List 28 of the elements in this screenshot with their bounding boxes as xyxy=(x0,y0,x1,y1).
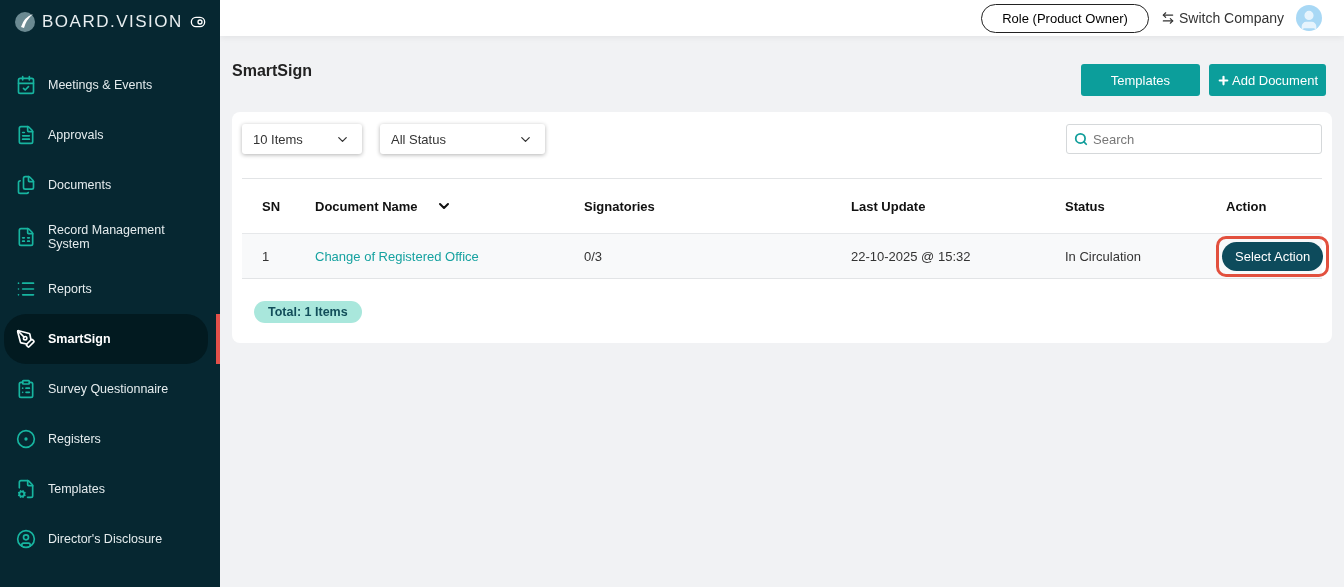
table-cell-text: In Circulation xyxy=(1065,248,1142,264)
filter-dropdown[interactable]: All Status xyxy=(380,124,545,154)
column-header: Signatories xyxy=(584,198,656,214)
filter-dropdown[interactable]: 10 Items xyxy=(242,124,362,154)
sidebar-item[interactable]: Approvals xyxy=(0,110,220,160)
sidebar-item[interactable]: Survey Questionnaire xyxy=(0,364,220,414)
total-badge: Total: 1 Items xyxy=(254,301,362,323)
column-header: SN xyxy=(262,198,282,214)
table-cell-text: 0/3 xyxy=(584,248,604,264)
column-header: Status xyxy=(1065,198,1106,214)
brand-name: BOARD.VISION xyxy=(42,12,184,32)
sidebar-item[interactable]: Reports xyxy=(0,264,220,314)
column-header: Last Update xyxy=(851,198,927,214)
column-header: Action xyxy=(1226,198,1268,214)
table-cell-text: 22-10-2025 @ 15:32 xyxy=(851,248,972,264)
sidebar-item[interactable]: Templates xyxy=(0,464,220,514)
role-button[interactable]: Role (Product Owner) xyxy=(981,3,1149,33)
select-action-button[interactable]: Select Action xyxy=(1222,241,1324,271)
search-field[interactable]: Search xyxy=(1066,124,1322,154)
sidebar-item[interactable]: Meetings & Events xyxy=(0,60,220,110)
table-cell-text: 1 xyxy=(262,248,271,264)
sidebar-item[interactable]: Registers xyxy=(0,414,220,464)
sidebar-item[interactable]: Record Management System xyxy=(0,210,220,264)
column-header[interactable]: Document Name xyxy=(315,198,584,214)
switch-company-button[interactable]: Switch Company xyxy=(1154,9,1290,27)
page-title: SmartSign xyxy=(232,62,312,80)
sidebar-item[interactable]: Documents xyxy=(0,160,220,210)
sidebar-item[interactable]: Director's Disclosure xyxy=(0,514,220,564)
